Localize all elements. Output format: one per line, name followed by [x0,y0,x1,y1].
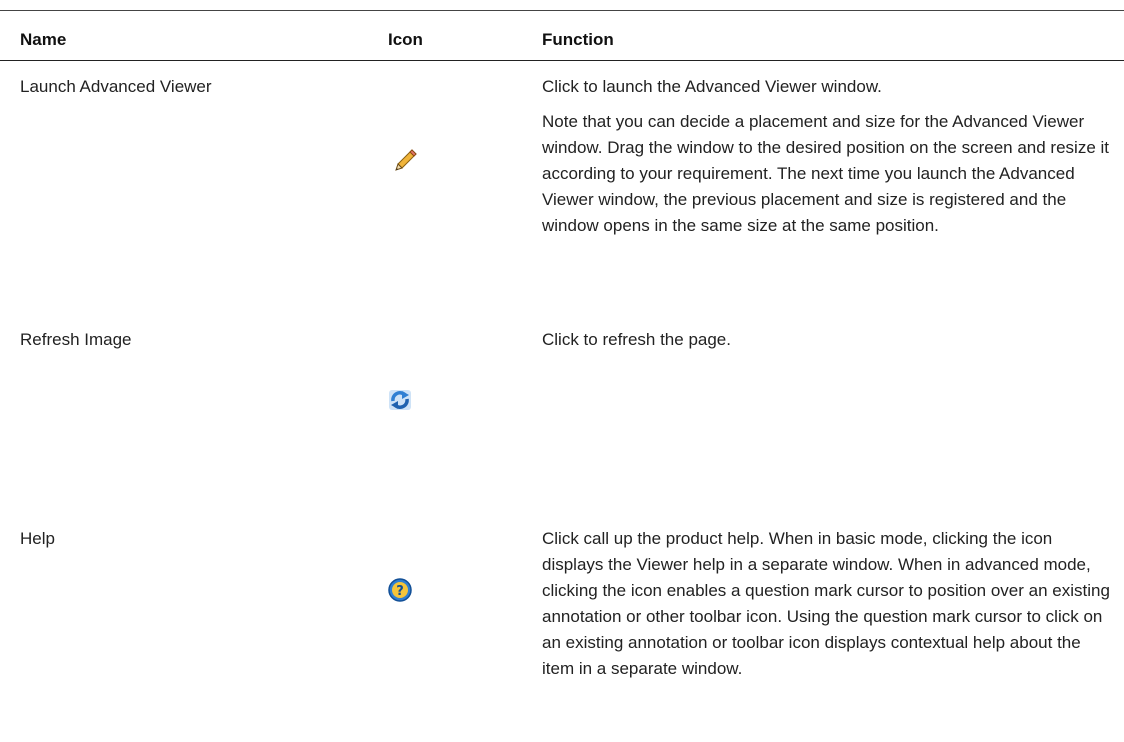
row-name-launch-advanced-viewer: Launch Advanced Viewer [20,77,212,96]
row-name-help: Help [20,529,55,548]
row-function-launch-advanced-viewer: Click to launch the Advanced Viewer wind… [542,74,1112,248]
table-row: Help ? Click call up the product help. W… [0,521,1124,741]
row-name-refresh-image: Refresh Image [20,330,132,349]
function-text: Note that you can decide a placement and… [542,112,1109,235]
table-header-row: Name Icon Function [0,11,1124,61]
column-header-name: Name [20,30,67,49]
icon-reference-table: Name Icon Function [0,10,1124,61]
pencil-icon [393,147,419,173]
column-header-icon: Icon [388,30,423,49]
table-row: Launch Advanced Viewer Click to launch t… [0,69,1124,309]
column-header-function: Function [542,30,614,49]
table-row: Refresh Image Click to refresh the page. [0,322,1124,522]
row-function-refresh-image: Click to refresh the page. [542,327,1112,362]
help-icon: ? [387,577,413,603]
svg-text:?: ? [396,584,404,599]
refresh-icon [387,387,413,413]
row-function-help: Click call up the product help. When in … [542,526,1112,691]
function-text: Click call up the product help. When in … [542,529,1110,678]
function-text: Click to launch the Advanced Viewer wind… [542,77,882,96]
function-text: Click to refresh the page. [542,330,731,349]
